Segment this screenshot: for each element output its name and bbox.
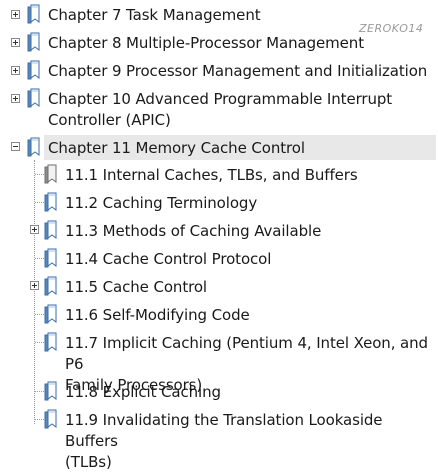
tree-item-section-11-5[interactable]: 11.5 Cache Control — [0, 276, 438, 298]
tree-item-label: 11.8 Explicit Caching — [65, 383, 221, 401]
bookmark-icon — [26, 32, 42, 52]
tree-item-label: 11.3 Methods of Caching Available — [65, 222, 322, 240]
bookmark-icon — [43, 220, 59, 240]
bookmark-icon — [26, 4, 42, 24]
tree-item-chapter-9[interactable]: Chapter 9 Processor Management and Initi… — [0, 60, 438, 82]
tree-item-label: 11.4 Cache Control Protocol — [65, 250, 272, 268]
bookmark-icon — [43, 304, 59, 324]
bookmark-icon — [43, 381, 59, 401]
tree-item-label: 11.9 Invalidating the Translation Lookas… — [65, 411, 383, 471]
tree-item-section-11-4[interactable]: 11.4 Cache Control Protocol — [0, 248, 438, 270]
bookmark-icon — [26, 137, 42, 157]
tree-item-label: Chapter 8 Multiple-Processor Management — [48, 34, 364, 52]
tree-item-section-11-8[interactable]: 11.8 Explicit Caching — [0, 381, 438, 403]
tree-item-section-11-9[interactable]: 11.9 Invalidating the Translation Lookas… — [0, 409, 438, 471]
bookmark-icon — [43, 192, 59, 212]
bookmark-icon — [26, 60, 42, 80]
bookmark-gray-icon — [43, 164, 59, 184]
tree-item-section-11-1[interactable]: 11.1 Internal Caches, TLBs, and Buffers — [0, 164, 438, 186]
tree-item-label: 11.5 Cache Control — [65, 278, 208, 296]
expand-plus-icon[interactable] — [30, 281, 39, 290]
expand-plus-icon[interactable] — [30, 225, 39, 234]
expand-plus-icon[interactable] — [11, 94, 20, 103]
tree-item-chapter-10[interactable]: Chapter 10 Advanced Programmable Interru… — [0, 88, 438, 130]
tree-item-label: Chapter 11 Memory Cache Control — [48, 139, 305, 157]
expand-plus-icon[interactable] — [11, 38, 20, 47]
tree-item-section-11-2[interactable]: 11.2 Caching Terminology — [0, 192, 438, 214]
collapse-minus-icon[interactable] — [11, 142, 20, 151]
tree-item-label: Chapter 7 Task Management — [48, 6, 261, 24]
watermark: ZEROKO14 — [359, 22, 424, 35]
tree-item-label: 11.2 Caching Terminology — [65, 194, 258, 212]
bookmark-icon — [26, 88, 42, 108]
tree-item-label: Chapter 10 Advanced Programmable Interru… — [48, 90, 393, 129]
bookmark-icon — [43, 248, 59, 268]
tree-item-section-11-7[interactable]: 11.7 Implicit Caching (Pentium 4, Intel … — [0, 332, 438, 394]
tree-item-label: 11.1 Internal Caches, TLBs, and Buffers — [65, 166, 358, 184]
expand-plus-icon[interactable] — [11, 10, 20, 19]
bookmark-icon — [43, 409, 59, 429]
tree-item-label: Chapter 9 Processor Management and Initi… — [48, 62, 428, 80]
tree-item-section-11-6[interactable]: 11.6 Self-Modifying Code — [0, 304, 438, 326]
expand-plus-icon[interactable] — [11, 66, 20, 75]
tree-item-chapter-11[interactable]: Chapter 11 Memory Cache Control — [0, 135, 438, 160]
tree-item-label: 11.6 Self-Modifying Code — [65, 306, 250, 324]
tree-item-chapter-8[interactable]: Chapter 8 Multiple-Processor Management — [0, 32, 438, 54]
bookmark-icon — [43, 276, 59, 296]
tree-item-section-11-3[interactable]: 11.3 Methods of Caching Available — [0, 220, 438, 242]
bookmark-icon — [43, 332, 59, 352]
bookmarks-tree: Chapter 7 Task Management Chapter 8 Mult… — [0, 0, 438, 471]
